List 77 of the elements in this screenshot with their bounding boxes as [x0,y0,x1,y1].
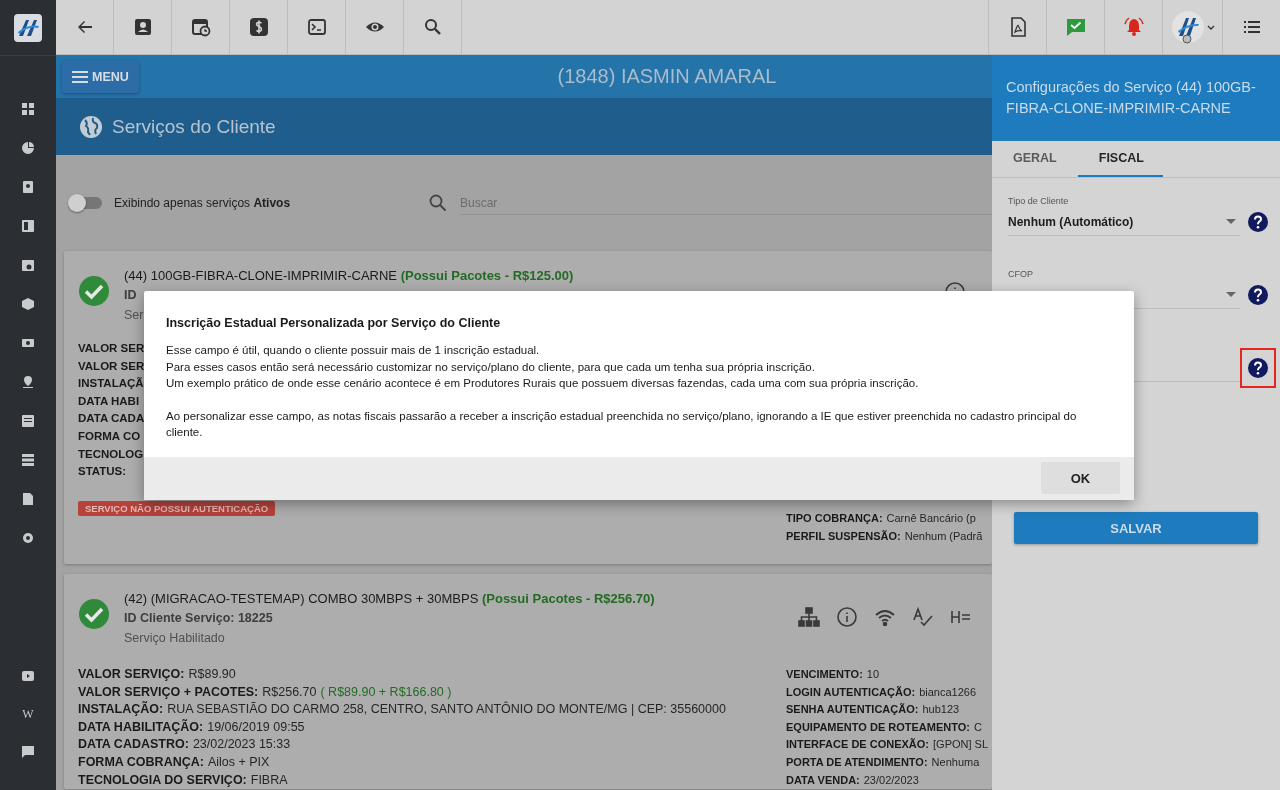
field-label: VENCIMENTO: [786,668,863,680]
field-label: Tipo de Cliente [1008,196,1070,206]
package-info: (Possui Pacotes - R$256.70) [481,591,655,606]
price-breakdown: ( R$89.90 + R$166.80 ) [320,684,452,699]
field-label: DATA HABI [78,394,140,407]
field-value: Nenhuma [931,755,980,768]
dialog-title: Inscrição Estadual Personalizada por Serviço do Cliente [166,316,502,330]
panel-title: Configurações do Serviço (44) 100GB-FIBRA-CLONE-IMPRIMIR-CARNE [1006,78,1257,118]
service-id: ID Cliente Serviço: 18225 [124,610,273,627]
field-label: INSTALAÇÃO: [78,702,164,717]
client-name: (1848) IASMIN AMARAL [556,65,778,88]
caret-icon [1226,219,1236,225]
select-field[interactable]: Tipo de Cliente Nenhum (Automático) [1008,192,1240,236]
field-label: TIPO COBRANÇA: [786,512,883,524]
field-label: DATA VENDA: [786,773,860,786]
field-value: Carnê Bancário (p [886,512,976,524]
field-label: VALOR SERVIÇO + PACOTES: [78,684,259,699]
ok-button[interactable]: OK [1041,462,1120,495]
field-value: 10 [866,668,880,680]
menu-icon [72,70,88,83]
service-title: (42) (MIGRACAO-TESTEMAP) COMBO 30MBPS + 30MBPS [124,591,479,606]
field-label: DATA HABILITAÇÃO: [78,719,204,734]
field-label: DATA CADASTRO: [78,737,189,752]
field-label: LOGIN AUTENTICAÇÃO: [786,685,916,698]
field-label: FORMA CO [78,429,141,442]
help-icon[interactable] [1248,285,1268,305]
field-label: EQUIPAMENTO DE ROTEAMENTO: [786,720,970,733]
field-value: R$256.70 [262,684,317,699]
field-value: R$89.90 [188,667,236,681]
field-value: hub123 [922,703,960,716]
field-label: VALOR SERVIÇO: [78,667,185,681]
toggle-label: Exibindo apenas serviços Ativos [114,196,292,210]
field-label: PERFIL SUSPENSÃO: [786,529,901,542]
field-value: 23/02/2023 15:33 [192,737,291,752]
field-label: STATUS: [78,465,127,478]
field-value: Ailos + PIX [207,754,270,769]
field-label: TECNOLOGIA DO SERVIÇO: [78,772,247,787]
check-circle-icon [78,275,110,307]
service-status: Serviço Habilitado [124,630,225,647]
field-value: [GPON] SL [933,738,989,751]
field-label: SENHA AUTENTICAÇÃO: [786,703,919,716]
field-label: INSTALAÇÃ [78,377,144,390]
status-badge: SERVIÇO NÃO POSSUI AUTENTICAÇÃO [78,500,276,516]
dialog-text: Ao personalizar esse campo, as notas fiscais passarão a receber a inscrição estadual preenchida no serviço/plano, ignorando a IE que estiver preenchida no cadastro principal do cliente. [166,408,1078,440]
globe-icon [79,114,103,139]
tab[interactable]: GERAL [992,141,1078,177]
help-icon[interactable] [1248,212,1268,232]
field-label: INTERFACE DE CONEXÃO: [786,738,929,751]
field-label: VALOR SER [78,342,145,354]
field-label: CFOP [1008,269,1034,279]
service-title: (44) 100GB-FIBRA-CLONE-IMPRIMIR-CARNE [124,268,398,283]
field-label: DATA CADA [78,412,145,425]
menu-button[interactable]: MENU [62,60,139,93]
service-id: ID [124,287,137,304]
tab[interactable]: FISCAL [1077,141,1163,177]
dialog-text: Esse campo é útil, quando o cliente possuir mais de 1 inscrição estadual. Para esses casos então será necessário customizar no serviço/plano do cliente, para que cada um tenha sua própria inscrição. Um exemplo prático de onde esse cenário acontece é em Produtores Rurais que possuem diversas fazendas, cada uma com sua própria inscrição. [166,343,920,391]
wiki-link[interactable]: W [16,702,40,726]
package-info: (Possui Pacotes - R$125.00) [400,268,574,283]
field-label: PORTA DE ATENDIMENTO: [786,755,928,768]
field-value: FIBRA [250,772,288,787]
check-circle-icon [78,598,110,630]
field-value: C [973,720,982,733]
caret-icon [1226,292,1236,298]
field-value: 23/02/2023 [863,773,919,786]
help-icon[interactable] [1248,358,1268,378]
field-value: bianca1266 [919,685,977,698]
field-value: Nenhum (Padrã [904,529,983,542]
field-label: TECNOLOG [78,447,144,460]
field-value: RUA SEBASTIÃO DO CARMO 258, CENTRO, SANTO ANTÔNIO DO MONTE/MG | CEP: 35560000 [167,702,726,717]
service-status: Ser [124,307,144,324]
field-value: Nenhum (Automático) [1008,215,1135,229]
search-icon [428,193,448,213]
field-label: FORMA COBRANÇA: [78,754,204,769]
field-value: 19/06/2019 09:55 [207,719,305,734]
toggle-switch[interactable] [70,197,102,209]
section-title: Serviços do Cliente [112,115,276,138]
field-label: VALOR SER [78,359,145,372]
